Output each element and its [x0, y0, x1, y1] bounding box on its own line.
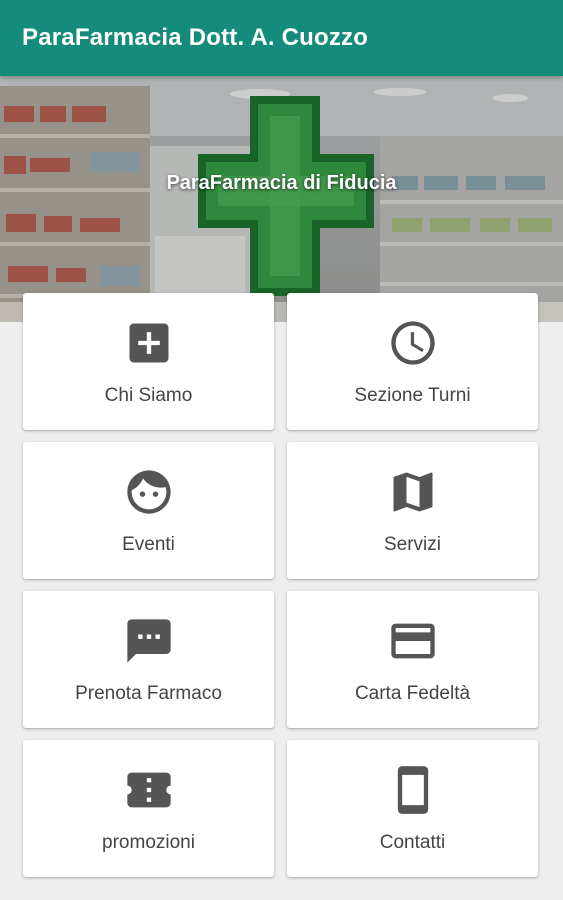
menu-card-carta-fedelta[interactable]: Carta Fedeltà — [287, 591, 538, 728]
clock-icon — [387, 317, 439, 369]
ticket-icon — [123, 764, 175, 816]
app-screen: ParaFarmacia Dott. A. Cuozzo ParaFarmaci… — [0, 0, 563, 900]
credit-card-icon — [387, 615, 439, 667]
menu-card-eventi[interactable]: Eventi — [23, 442, 274, 579]
menu-card-label: Chi Siamo — [104, 385, 193, 406]
app-title: ParaFarmacia Dott. A. Cuozzo — [22, 24, 369, 51]
menu-card-chi-siamo[interactable]: Chi Siamo — [23, 293, 274, 430]
menu-card-label: Eventi — [122, 534, 175, 555]
menu-card-label: Carta Fedeltà — [354, 683, 471, 704]
face-icon — [123, 466, 175, 518]
plus-box-icon — [123, 317, 175, 369]
smartphone-icon — [387, 764, 439, 816]
menu-card-label: Prenota Farmaco — [75, 683, 222, 704]
menu-card-label: Contatti — [379, 832, 446, 853]
menu-card-servizi[interactable]: Servizi — [287, 442, 538, 579]
app-bar: ParaFarmacia Dott. A. Cuozzo — [0, 0, 563, 76]
menu-card-label: promozioni — [102, 832, 195, 853]
menu-card-label: Sezione Turni — [354, 385, 471, 406]
menu-card-prenota-farmaco[interactable]: Prenota Farmaco — [23, 591, 274, 728]
menu-card-promozioni[interactable]: promozioni — [23, 740, 274, 877]
map-icon — [387, 466, 439, 518]
menu-grid: Chi Siamo Sezione Turni Eventi Servizi P — [0, 0, 563, 900]
menu-card-sezione-turni[interactable]: Sezione Turni — [287, 293, 538, 430]
menu-card-contatti[interactable]: Contatti — [287, 740, 538, 877]
chat-bubble-icon — [123, 615, 175, 667]
menu-card-label: Servizi — [383, 534, 441, 555]
